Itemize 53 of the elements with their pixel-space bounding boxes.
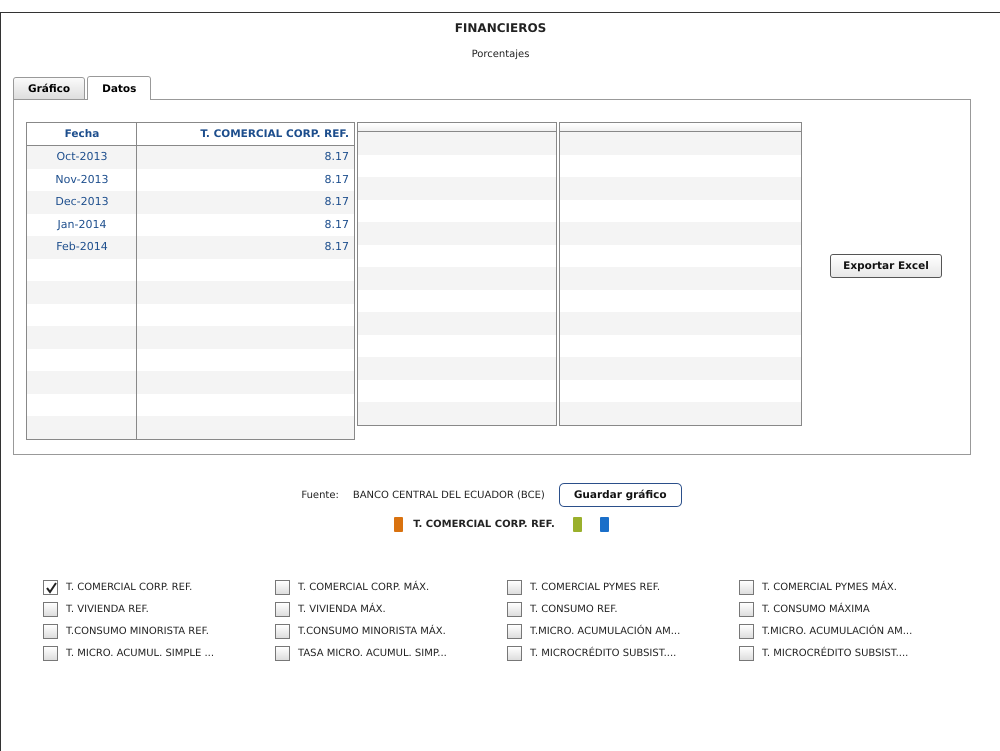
table-cell-text: Dec-2013: [54, 194, 110, 210]
checkbox-label: T. MICROCRÉDITO SUBSIST....: [762, 648, 908, 659]
checkbox[interactable]: [739, 602, 754, 617]
table-cell-text: Jan-2014: [56, 216, 108, 232]
checkbox-label: T.MICRO. ACUMULACIÓN AM...: [762, 626, 912, 637]
table-cell-text: Oct-2013: [56, 149, 108, 165]
checkbox-label: T. COMERCIAL PYMES REF.: [530, 582, 660, 593]
checkbox[interactable]: [507, 624, 522, 639]
table-cell-text: 8.17: [324, 194, 350, 210]
checkbox-label: TASA MICRO. ACUMUL. SIMP...: [298, 648, 447, 659]
checkbox-label: T. CONSUMO MÁXIMA: [762, 604, 870, 615]
checkbox[interactable]: [43, 646, 58, 661]
column-header: Fecha: [64, 127, 100, 142]
checkbox-label: T. VIVIENDA MÁX.: [298, 604, 386, 615]
checkbox-label: T.CONSUMO MINORISTA MÁX.: [298, 626, 446, 637]
checkbox-label: T. COMERCIAL PYMES MÁX.: [762, 582, 897, 593]
checkbox-label: T.MICRO. ACUMULACIÓN AM...: [530, 626, 680, 637]
checkbox-label: T.CONSUMO MINORISTA REF.: [66, 626, 209, 637]
checkbox[interactable]: [275, 580, 290, 595]
checkbox-label: T. MICROCRÉDITO SUBSIST....: [530, 648, 676, 659]
checkbox-label: T. COMERCIAL CORP. MÁX.: [298, 582, 430, 593]
table-cell-text: 8.17: [324, 239, 350, 255]
checkbox[interactable]: [739, 646, 754, 661]
checkbox-label: T. COMERCIAL CORP. REF.: [66, 582, 192, 593]
checkbox[interactable]: [507, 646, 522, 661]
source-label: Fuente:: [301, 490, 339, 500]
checkbox[interactable]: [739, 624, 754, 639]
checkbox[interactable]: [43, 602, 58, 617]
checkbox-label: T. CONSUMO REF.: [530, 604, 618, 615]
checkbox[interactable]: [275, 602, 290, 617]
source-value: BANCO CENTRAL DEL ECUADOR (BCE): [352, 490, 545, 500]
table-cell-text: 8.17: [324, 149, 350, 165]
table-cell-text: Feb-2014: [55, 239, 109, 255]
checkbox[interactable]: [507, 602, 522, 617]
checkbox[interactable]: [43, 624, 58, 639]
checkbox-label: T. VIVIENDA REF.: [66, 604, 149, 615]
save-chart-button[interactable]: Guardar gráfico: [558, 483, 682, 507]
export-excel-button[interactable]: Exportar Excel: [830, 254, 942, 278]
table-cell-text: 8.17: [324, 172, 350, 188]
checkbox[interactable]: [43, 580, 58, 595]
checkbox[interactable]: [275, 646, 290, 661]
table-cell-text: Nov-2013: [54, 172, 110, 188]
checkbox[interactable]: [507, 580, 522, 595]
tab[interactable]: Gráfico: [13, 77, 86, 99]
tab[interactable]: Datos: [87, 76, 152, 100]
legend-label: T. COMERCIAL CORP. REF.: [413, 519, 555, 530]
checkbox[interactable]: [739, 580, 754, 595]
checkbox[interactable]: [275, 624, 290, 639]
checkbox-label: T. MICRO. ACUMUL. SIMPLE ...: [66, 648, 214, 659]
column-header: T. COMERCIAL CORP. REF.: [199, 127, 350, 142]
page-subtitle: Porcentajes: [470, 49, 530, 60]
table-cell-text: 8.17: [324, 216, 350, 232]
page-title: FINANCIEROS: [454, 21, 548, 35]
